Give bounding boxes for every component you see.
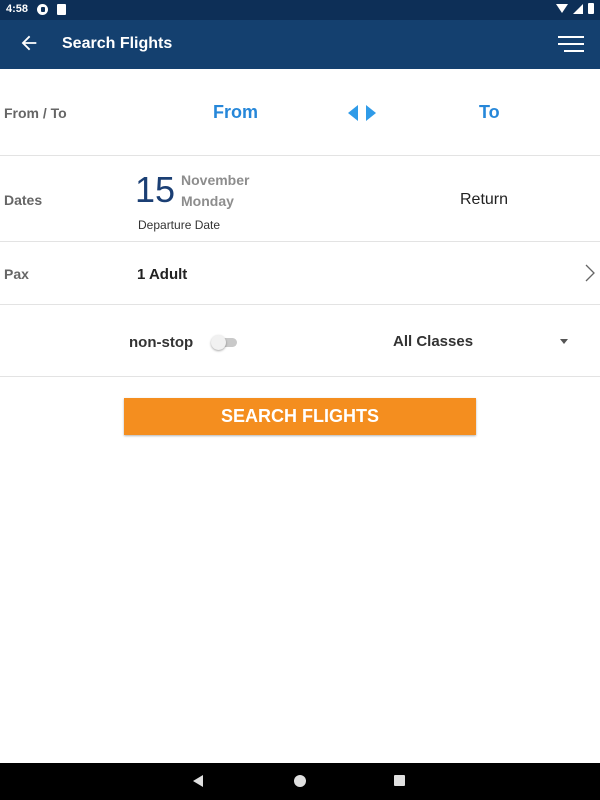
to-airport-button[interactable]: To [479,102,500,123]
arrow-back-icon[interactable] [18,32,40,54]
swap-arrows-icon[interactable] [347,103,377,123]
nav-recents-icon[interactable] [394,775,405,786]
page-title: Search Flights [62,35,173,52]
system-nav-bar [0,763,600,800]
sim-card-icon [57,4,66,15]
hamburger-menu-icon[interactable] [558,35,584,53]
route-label: From / To [4,105,67,121]
toggle-knob [211,335,226,350]
pax-label: Pax [4,266,29,282]
from-airport-button[interactable]: From [213,102,258,123]
chevron-right-icon [585,264,595,282]
dates-row: Dates 15 November Monday Departure Date … [0,156,600,242]
nav-home-icon[interactable] [294,775,306,787]
pax-value: 1 Adult [137,266,188,283]
options-row: non-stop All Classes [0,305,600,377]
dates-label: Dates [4,192,43,208]
status-bar: 4:58 [0,0,600,20]
nonstop-label: non-stop [129,334,194,351]
departure-weekday: Monday [181,193,234,209]
search-flights-button[interactable]: SEARCH FLIGHTS [124,398,476,435]
status-time: 4:58 [6,3,29,15]
dropdown-caret-icon [560,339,568,344]
departure-date-caption: Departure Date [138,218,221,232]
departure-day: 15 [135,169,176,210]
nav-back-icon[interactable] [193,775,203,787]
return-date-button[interactable]: Return [460,191,508,209]
wifi-icon [556,4,568,13]
signal-icon [573,3,583,14]
battery-icon [588,3,594,14]
cabin-class-value: All Classes [393,333,474,350]
passengers-row[interactable]: Pax 1 Adult [0,242,600,305]
nonstop-toggle[interactable] [211,335,237,350]
departure-month: November [181,172,250,188]
cabin-class-select[interactable]: All Classes [385,327,575,357]
notification-icon [37,4,48,15]
status-right-icons [556,3,594,14]
app-bar: Search Flights [0,20,600,69]
route-row: From / To From To [0,69,600,156]
